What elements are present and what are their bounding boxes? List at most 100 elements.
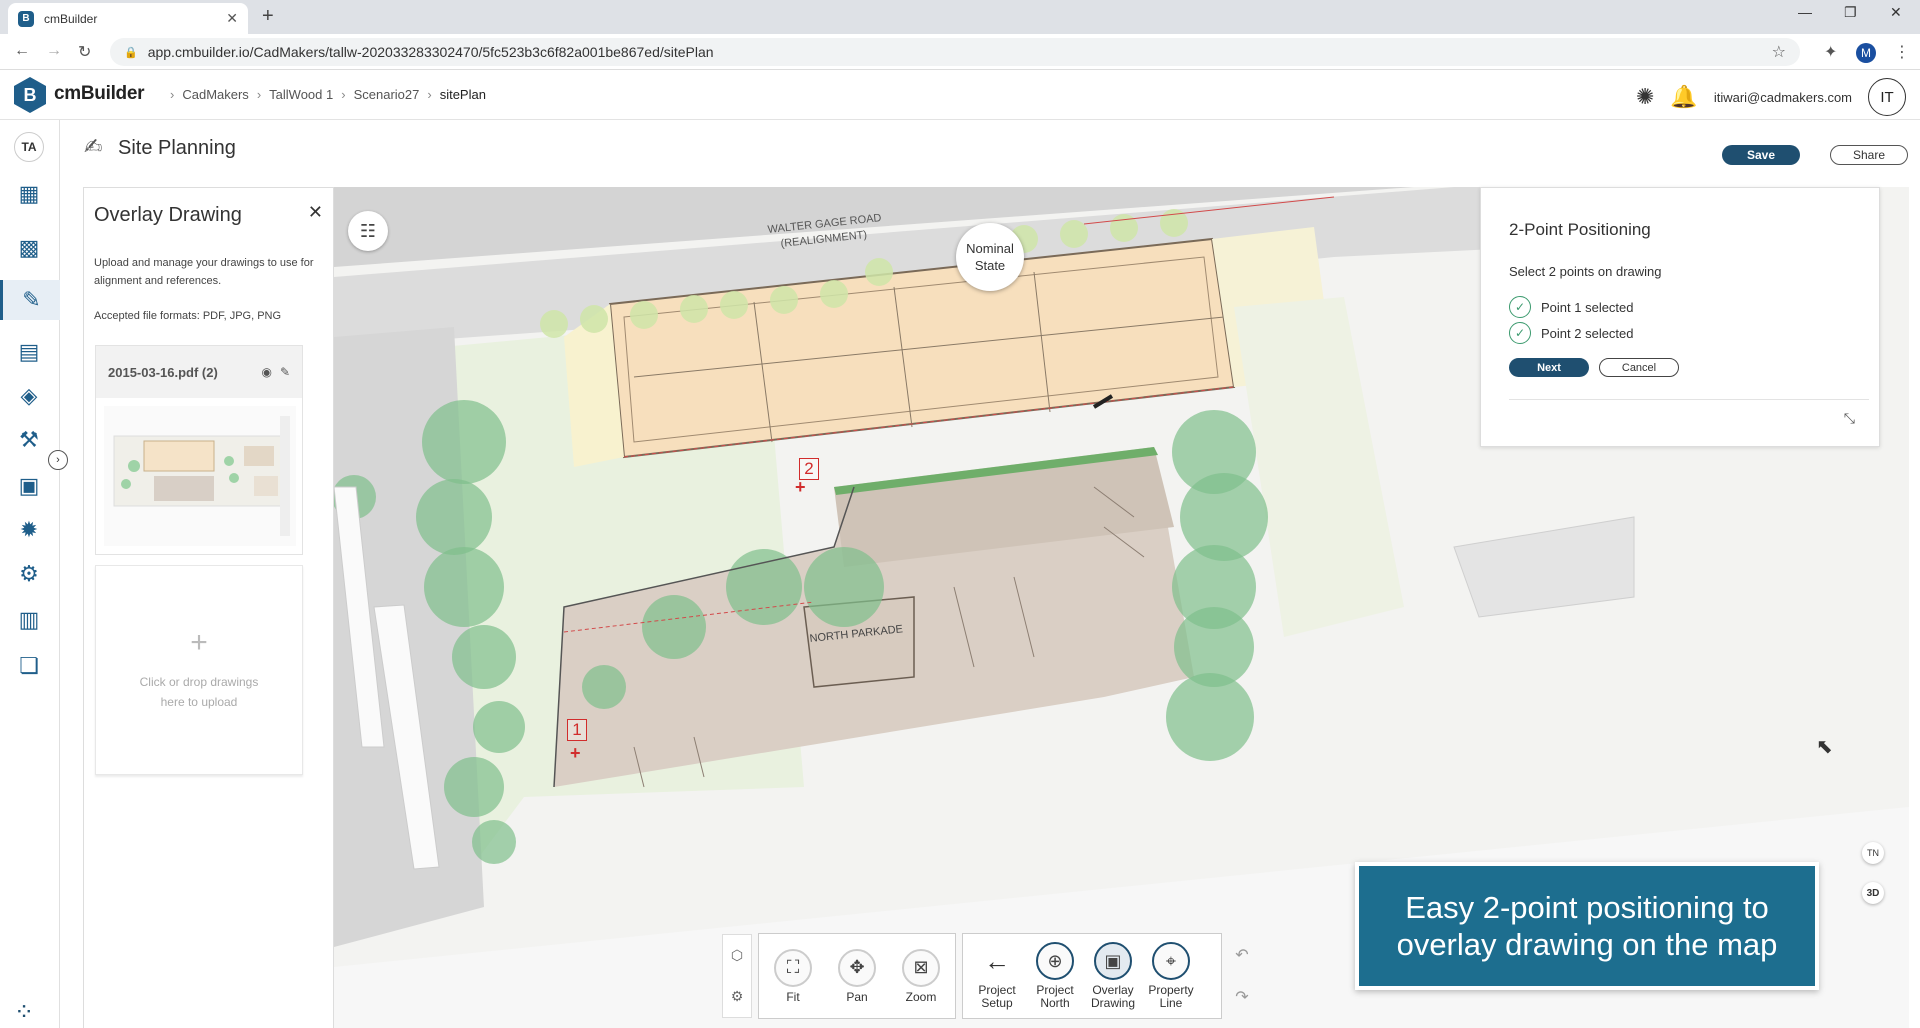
- reload-icon[interactable]: ↻: [78, 42, 91, 62]
- project-north-label: Project North: [1036, 983, 1074, 1010]
- cmbuilder-logo-icon: B: [14, 77, 46, 113]
- announcement-icon[interactable]: ✺: [1636, 84, 1654, 110]
- drawing-thumbnail: [104, 406, 296, 546]
- massing-icon[interactable]: ▩: [13, 232, 45, 264]
- cmbuilder-favicon-icon: B: [18, 10, 34, 27]
- window-close-icon[interactable]: ✕: [1890, 4, 1902, 21]
- tab-title: cmBuilder: [44, 11, 98, 26]
- project-north-tool[interactable]: ⊕ Project North: [1029, 942, 1081, 1010]
- two-point-positioning-panel: 2-Point Positioning Select 2 points on d…: [1480, 187, 1880, 447]
- file-name: 2015-03-16.pdf (2): [108, 364, 218, 380]
- 3d-view-button[interactable]: 3D: [1862, 882, 1884, 904]
- page-title: Site Planning: [118, 137, 236, 159]
- file-actions: ◉ ✎: [261, 365, 290, 379]
- check-circle-icon: ✓: [1509, 322, 1531, 344]
- undo-icon[interactable]: ↶: [1235, 945, 1248, 965]
- profile-avatar[interactable]: M: [1856, 43, 1876, 63]
- restore-icon[interactable]: ❐: [1844, 4, 1857, 21]
- schedule-icon[interactable]: ▤: [13, 336, 45, 368]
- layers-icon[interactable]: ◈: [13, 380, 45, 412]
- back-icon[interactable]: ←: [14, 42, 30, 60]
- breadcrumb-item-scenario[interactable]: Scenario27: [354, 87, 420, 102]
- overlay-drawing-tool[interactable]: ▣ Overlay Drawing: [1087, 942, 1139, 1010]
- breadcrumb-item-org[interactable]: CadMakers: [182, 87, 248, 102]
- expand-sidebar-icon[interactable]: ›: [48, 450, 68, 470]
- panel-description: Upload and manage your drawings to use f…: [94, 257, 314, 287]
- chevron-right-icon: ›: [170, 87, 175, 102]
- project-setup-tool[interactable]: ← Project Setup: [971, 942, 1023, 1010]
- point-1-text: Point 1 selected: [1541, 299, 1634, 315]
- browser-tab[interactable]: B cmBuilder ✕: [8, 3, 248, 34]
- breadcrumb: › CadMakers › TallWood 1 › Scenario27 › …: [170, 87, 486, 102]
- chevron-right-icon: ›: [256, 87, 262, 102]
- accepted-formats: Accepted file formats: PDF, JPG, PNG: [94, 310, 282, 322]
- lock-icon: 🔒: [124, 46, 138, 59]
- app-grid-icon[interactable]: ⁘: [14, 998, 34, 1027]
- property-line-icon: ⌖: [1152, 942, 1190, 980]
- reports-icon[interactable]: ▥: [13, 604, 45, 636]
- nominal-line2: State: [974, 258, 1006, 273]
- documents-icon[interactable]: ❏: [13, 650, 45, 682]
- crosshair-icon: +: [795, 477, 806, 497]
- point-2-status: ✓ Point 2 selected: [1509, 322, 1634, 344]
- point-1-status: ✓ Point 1 selected: [1509, 296, 1634, 318]
- edit-icon[interactable]: ✎: [280, 365, 290, 379]
- nominal-line1: Nominal: [966, 241, 1014, 256]
- share-button[interactable]: Share: [1830, 145, 1908, 165]
- point-1-marker[interactable]: 1: [567, 719, 587, 741]
- close-icon[interactable]: ✕: [308, 202, 323, 223]
- caption-text: Easy 2-point positioning to overlay draw…: [1396, 890, 1778, 962]
- minimize-icon[interactable]: —: [1798, 4, 1812, 20]
- systems-icon[interactable]: ✹: [13, 514, 45, 546]
- fit-tool[interactable]: ⛶ Fit: [767, 948, 819, 1004]
- cube-icon[interactable]: ⬡: [731, 947, 743, 964]
- layer-tree-button[interactable]: ☷: [348, 211, 388, 251]
- network-icon[interactable]: ⚙: [13, 558, 45, 590]
- crosshair-icon: +: [570, 743, 581, 763]
- fit-label: Fit: [786, 989, 800, 1004]
- site-tools: ← Project Setup ⊕ Project North ▣ Overlay D…: [962, 933, 1222, 1019]
- forward-icon[interactable]: →: [46, 42, 62, 60]
- breadcrumb-item-project[interactable]: TallWood 1: [269, 87, 333, 102]
- file-card-header: 2015-03-16.pdf (2) ◉ ✎: [96, 346, 302, 398]
- upload-dropzone[interactable]: + Click or drop drawings here to upload: [95, 565, 303, 775]
- zoom-tool[interactable]: ⊠ Zoom: [895, 948, 947, 1004]
- header-actions: ✺ 🔔 itiwari@cadmakers.com IT: [1636, 78, 1906, 116]
- overlay-drawing-panel: Overlay Drawing ✕ Upload and manage your…: [83, 187, 334, 1028]
- address-bar[interactable]: 🔒 app.cmbuilder.io/CadMakers/tallw-20203…: [110, 38, 1800, 66]
- bell-icon[interactable]: 🔔: [1670, 84, 1697, 110]
- cancel-button[interactable]: Cancel: [1599, 358, 1679, 377]
- true-north-badge[interactable]: TN: [1862, 842, 1884, 864]
- redo-icon[interactable]: ↷: [1235, 987, 1248, 1007]
- breadcrumb-item-current: sitePlan: [439, 87, 486, 102]
- overlay-icon: ▣: [1094, 942, 1132, 980]
- user-avatar[interactable]: IT: [1868, 78, 1906, 116]
- settings-icon[interactable]: ⚙: [731, 988, 744, 1005]
- zoom-icon: ⊠: [902, 948, 940, 987]
- nominal-state-button[interactable]: Nominal State: [956, 223, 1024, 291]
- browser-menu-icon[interactable]: ⋮: [1894, 42, 1910, 62]
- drawing-file-card[interactable]: 2015-03-16.pdf (2) ◉ ✎: [95, 345, 303, 555]
- eye-icon[interactable]: ◉: [261, 365, 271, 379]
- property-line-tool[interactable]: ⌖ Property Line: [1145, 942, 1197, 1010]
- property-line-label: Property Line: [1148, 983, 1194, 1010]
- mouse-cursor-icon: ⬉: [1816, 736, 1833, 758]
- collapse-icon[interactable]: ⤡: [1844, 410, 1855, 427]
- extensions-icon[interactable]: ✦: [1824, 42, 1837, 62]
- close-tab-icon[interactable]: ✕: [226, 10, 238, 27]
- overlay-drawing-label: Overlay Drawing: [1090, 983, 1135, 1010]
- site-planning-icon[interactable]: ✎: [0, 280, 60, 320]
- bookmark-star-icon[interactable]: ☆: [1772, 42, 1786, 62]
- next-button[interactable]: Next: [1509, 358, 1589, 377]
- tools-icon[interactable]: ⚒: [13, 424, 45, 456]
- user-email[interactable]: itiwari@cadmakers.com: [1714, 90, 1852, 105]
- site-analysis-icon[interactable]: ▦: [13, 178, 45, 210]
- check-circle-icon: ✓: [1509, 296, 1531, 318]
- new-tab-icon[interactable]: +: [262, 5, 274, 28]
- team-avatar[interactable]: TA: [14, 132, 44, 162]
- positioning-subtitle: Select 2 points on drawing: [1509, 264, 1662, 279]
- pan-tool[interactable]: ✥ Pan: [831, 948, 883, 1004]
- floor-plan-icon[interactable]: ▣: [13, 470, 45, 502]
- plus-icon: +: [190, 626, 208, 659]
- save-button[interactable]: Save: [1722, 145, 1800, 165]
